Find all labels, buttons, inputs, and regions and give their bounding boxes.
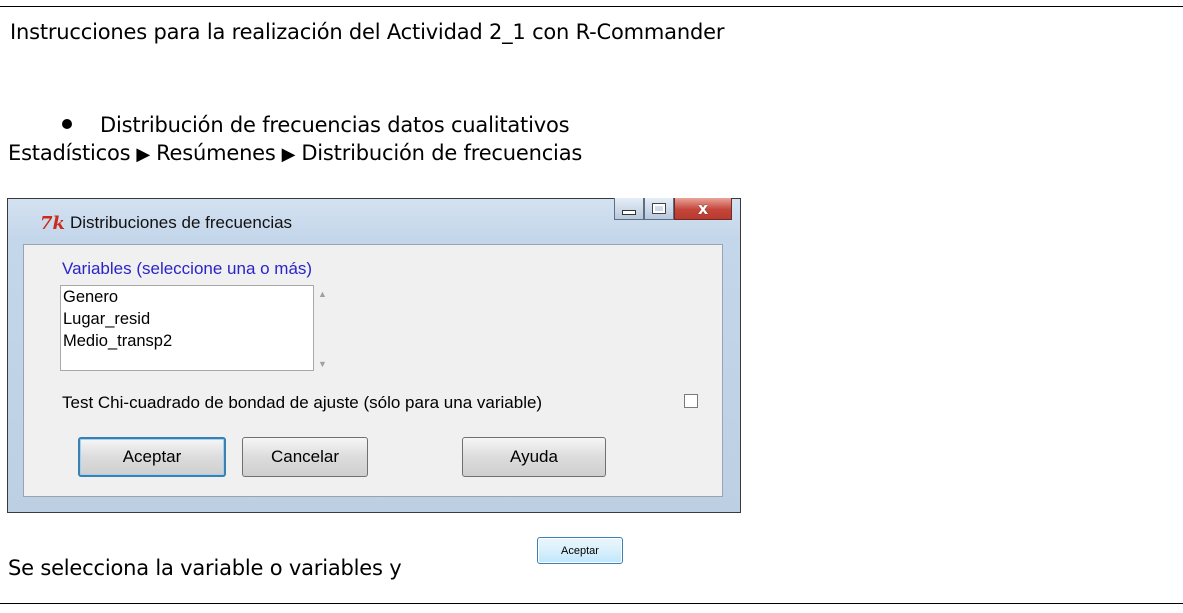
- cancel-button[interactable]: Cancelar: [242, 437, 368, 477]
- menu-path: Estadísticos ▶ Resúmenes ▶ Distribución de f…: [8, 140, 582, 168]
- list-item[interactable]: Lugar_resid: [61, 308, 313, 330]
- menu-path-step-2: Resúmenes: [156, 141, 276, 165]
- scroll-up-icon[interactable]: ▲: [318, 289, 327, 299]
- arrow-right-icon: ▶: [136, 144, 151, 165]
- top-rule: [0, 6, 1183, 7]
- close-icon: x: [697, 199, 709, 218]
- inline-accept-button: Aceptar: [537, 537, 623, 564]
- bullet-item: Distribución de frecuencias datos cualit…: [62, 112, 570, 138]
- ok-button[interactable]: Aceptar: [78, 437, 226, 477]
- list-item[interactable]: Genero: [61, 286, 313, 308]
- minimize-button[interactable]: [614, 198, 644, 220]
- dialog-body: Variables (seleccione una o más) Genero …: [23, 244, 723, 497]
- bullet-text: Distribución de frecuencias datos cualit…: [100, 113, 570, 137]
- variables-label: Variables (seleccione una o más): [62, 259, 313, 278]
- close-button[interactable]: x: [674, 198, 732, 220]
- list-item[interactable]: Medio_transp2: [61, 330, 313, 352]
- variables-listbox[interactable]: Genero Lugar_resid Medio_transp2: [60, 285, 314, 371]
- scroll-down-icon[interactable]: ▼: [318, 359, 327, 369]
- chi-square-label: Test Chi-cuadrado de bondad de ajuste (s…: [62, 393, 543, 412]
- help-button[interactable]: Ayuda: [462, 437, 606, 477]
- tk-icon: 7k: [40, 213, 65, 234]
- variables-scrollbar[interactable]: ▲ ▼: [314, 285, 332, 371]
- bottom-rule: [0, 603, 1183, 604]
- instruction-text: Se selecciona la variable o variables y: [8, 556, 402, 580]
- menu-path-step-3: Distribución de frecuencias: [301, 141, 583, 165]
- chi-square-checkbox[interactable]: [684, 394, 698, 408]
- bullet-icon: [62, 119, 72, 129]
- maximize-button[interactable]: [644, 198, 674, 220]
- frequency-dialog-screenshot: 7k Distribuciones de frecuencias x Varia…: [7, 198, 741, 513]
- dialog-title: Distribuciones de frecuencias: [70, 213, 293, 232]
- menu-path-step-1: Estadísticos: [8, 141, 131, 165]
- arrow-right-icon: ▶: [281, 144, 296, 165]
- minimize-icon: [622, 210, 636, 215]
- dialog-titlebar[interactable]: 7k Distribuciones de frecuencias x: [8, 198, 740, 243]
- document-heading: Instrucciones para la realización del Ac…: [10, 20, 725, 44]
- window-controls: x: [614, 198, 732, 222]
- maximize-icon: [652, 203, 666, 214]
